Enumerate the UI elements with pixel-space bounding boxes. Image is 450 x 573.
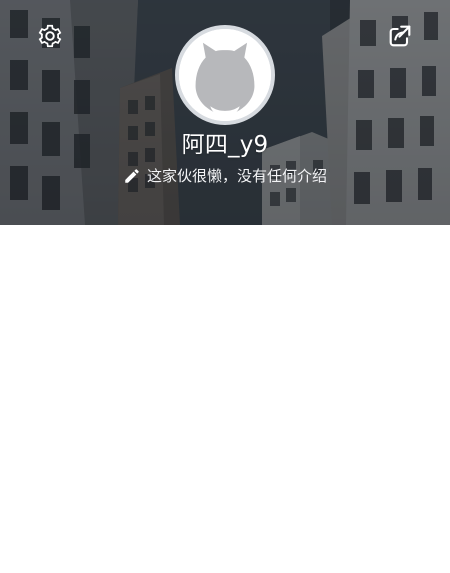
pencil-icon — [125, 169, 139, 183]
bio-row: 这家伙很懒，没有任何介绍 — [0, 166, 450, 186]
edit-bio-button[interactable] — [123, 167, 141, 185]
avatar[interactable] — [175, 25, 275, 125]
share-icon — [389, 25, 411, 47]
bio-text: 这家伙很懒，没有任何介绍 — [146, 167, 327, 185]
cat-avatar-icon — [179, 29, 271, 121]
gear-icon — [38, 24, 62, 48]
profile-content-area — [0, 225, 450, 573]
share-button[interactable] — [384, 20, 416, 52]
settings-button[interactable] — [34, 20, 66, 52]
profile-page: 阿四_y9 这家伙很懒，没有任何介绍 — [0, 0, 450, 573]
username: 阿四_y9 — [181, 132, 269, 158]
profile-header: 阿四_y9 这家伙很懒，没有任何介绍 — [0, 0, 450, 225]
